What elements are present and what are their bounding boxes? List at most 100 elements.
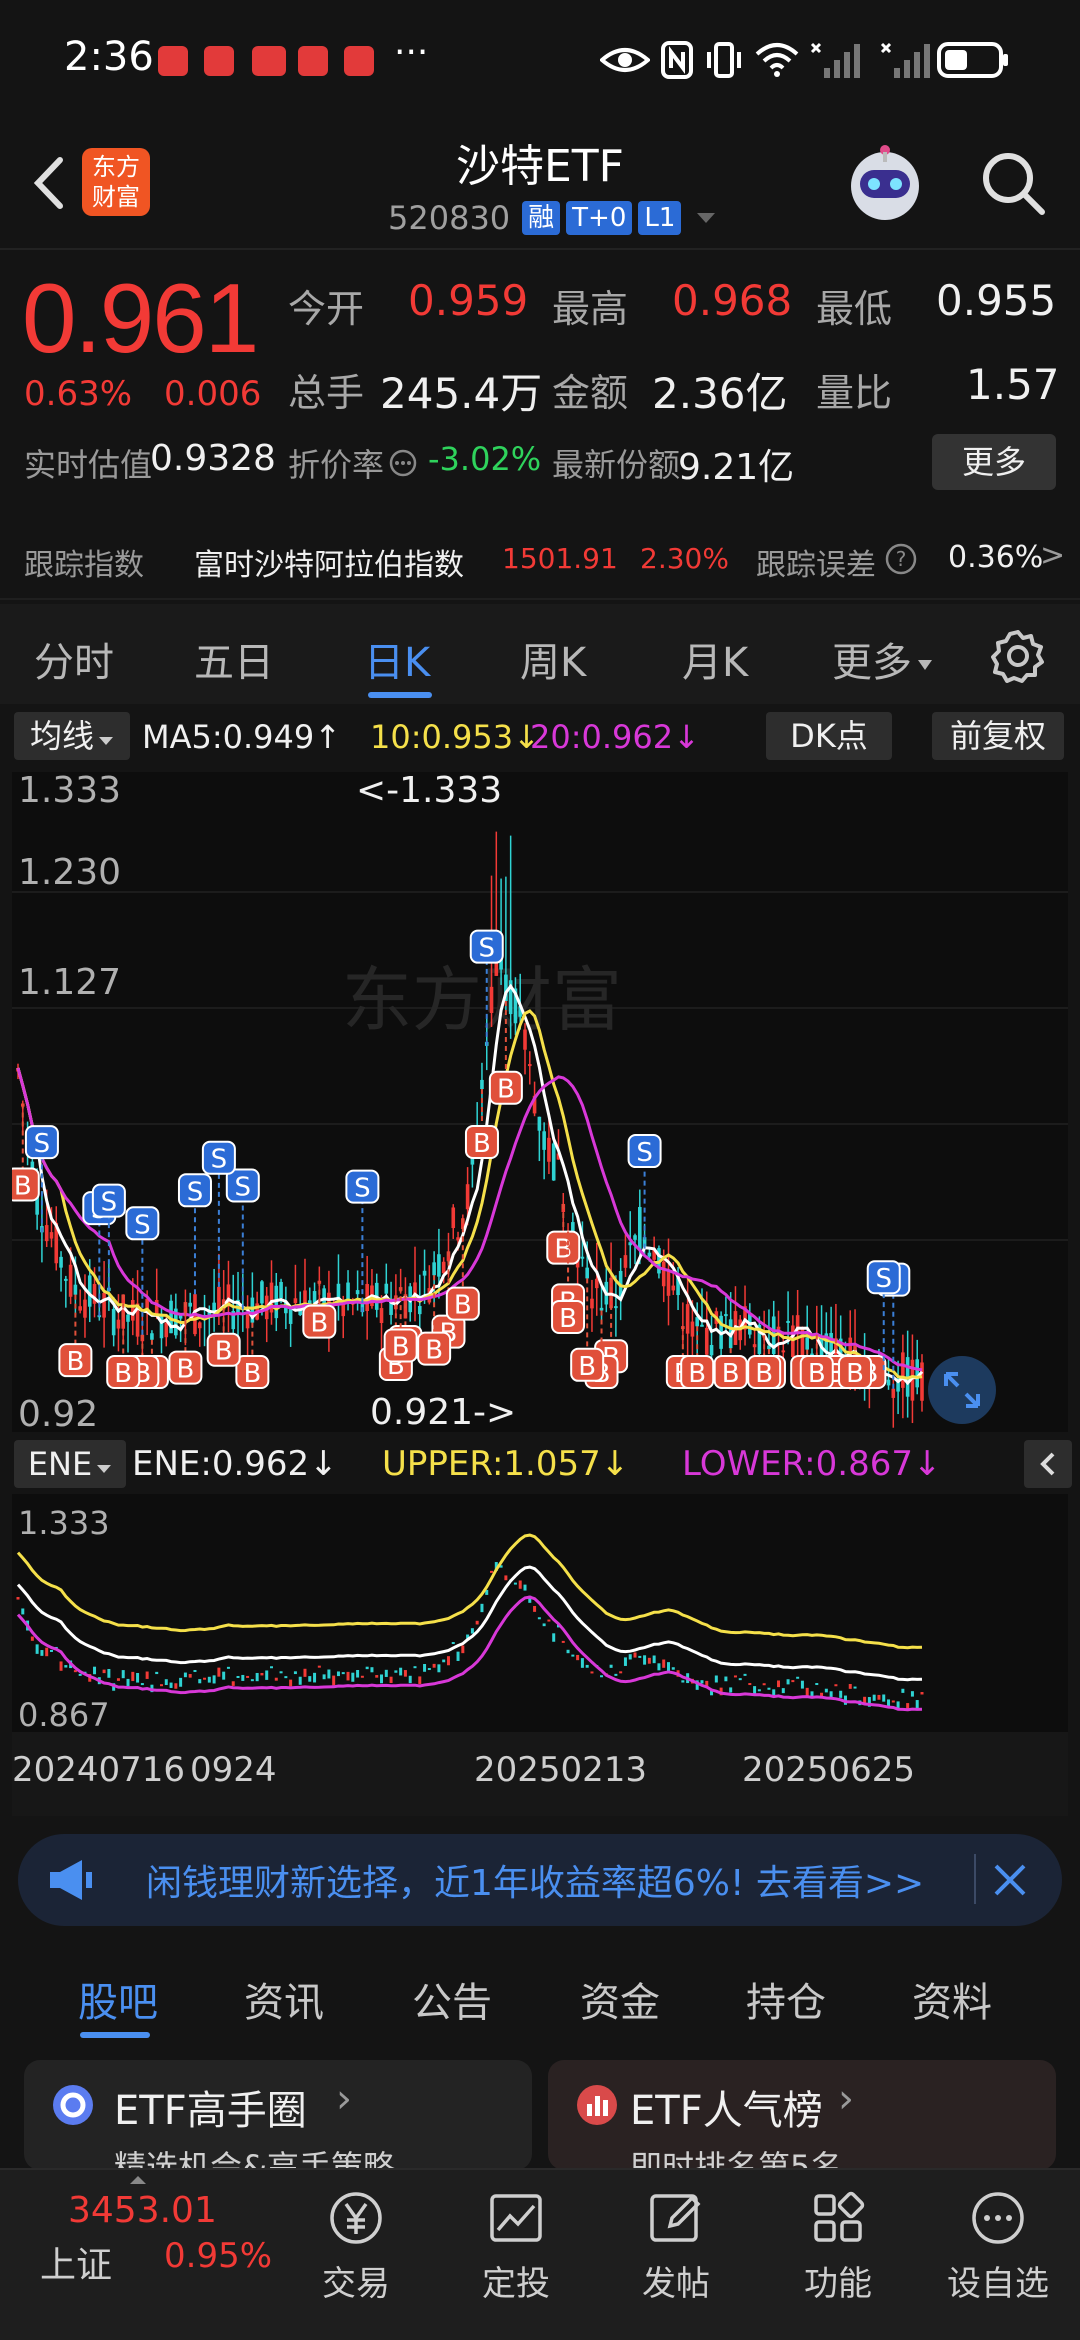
ene-candle [384, 1669, 388, 1677]
card-subtitle: 即时排名第5名 [630, 2148, 843, 2170]
tab-profile[interactable]: 资料 [912, 1970, 992, 2028]
close-icon[interactable] [990, 1860, 1030, 1900]
svg-text:S: S [187, 1177, 204, 1207]
current-price: 0.961 [22, 263, 259, 373]
ene-line [16, 1533, 923, 1650]
tab-weekly-k[interactable]: 周K [520, 630, 586, 688]
nav-functions[interactable]: 功能 [778, 2188, 898, 2305]
ene-candle [834, 1684, 838, 1687]
ene-candle [21, 1608, 25, 1615]
card-etf-experts[interactable]: ETF高手圈 › 精选机会&高手策略 [24, 2060, 532, 2170]
tracking-index-change: 2.30% [640, 542, 729, 575]
ene-candle [336, 1671, 340, 1677]
tab-holdings[interactable]: 持仓 [746, 1970, 826, 2028]
signal-icon [810, 42, 860, 78]
promo-banner[interactable]: 闲钱理财新选择，近1年收益率超6%! 去看看>> [18, 1834, 1062, 1926]
svg-text:B: B [454, 1291, 472, 1321]
more-notifications-icon: ··· [394, 32, 429, 73]
candle-body [355, 1290, 360, 1295]
svg-text:S: S [101, 1188, 118, 1218]
ene-lines [16, 1533, 923, 1712]
ene-chart[interactable]: 1.333 0.867 [12, 1494, 1068, 1732]
tab-funds[interactable]: 资金 [580, 1970, 660, 2028]
nav-invest-plan[interactable]: 定投 [456, 2188, 576, 2305]
ene-candle [16, 1597, 20, 1600]
y-axis-label: 1.230 [18, 852, 121, 893]
svg-text:B: B [215, 1337, 233, 1367]
ene-candle [284, 1676, 288, 1679]
tab-forum[interactable]: 股吧 [78, 1970, 158, 2028]
svg-text:B: B [722, 1359, 740, 1389]
card-etf-popularity[interactable]: ETF人气榜 › 即时排名第5名 [548, 2060, 1056, 2170]
more-button[interactable]: 更多 [932, 434, 1056, 490]
help-icon[interactable]: ? [884, 542, 918, 576]
ene-candle [743, 1673, 747, 1676]
arrow-down-icon: ↓ [309, 1444, 338, 1484]
collapse-button[interactable] [1024, 1440, 1072, 1488]
candle-body [690, 1321, 695, 1337]
tab-five-day[interactable]: 五日 [194, 630, 274, 688]
ene-candle [198, 1679, 202, 1684]
ene-candle [561, 1640, 565, 1643]
adjust-button[interactable]: 前复权 [932, 712, 1064, 760]
divider [974, 1854, 976, 1904]
indicator-selector[interactable]: 均线 [14, 712, 130, 760]
megaphone-icon [50, 1860, 92, 1900]
nav-post[interactable]: 发帖 [616, 2188, 736, 2305]
period-tabs: 分时 五日 日K 周K 月K 更多 [0, 604, 1080, 704]
svg-text:B: B [808, 1359, 826, 1389]
min-price-annotation: 0.921-> [370, 1392, 516, 1432]
ene-selector[interactable]: ENE [14, 1440, 126, 1488]
ene-candle [470, 1628, 474, 1634]
ene-candle [356, 1670, 360, 1678]
lower-value: LOWER:0.867↓ [682, 1444, 942, 1484]
candle-body [547, 1137, 551, 1162]
watermark: 东方财富 [342, 959, 622, 1041]
tab-announcements[interactable]: 公告 [412, 1970, 492, 2028]
info-icon[interactable] [388, 448, 418, 478]
amount-label: 金额 [552, 371, 629, 415]
candlestick-chart[interactable]: 东方财富 SBBBSBBBSBBBSBBBSBBBSBBBSBBBSBBBSBB… [12, 772, 1068, 1432]
ene-candle [614, 1673, 618, 1676]
nav-add-watchlist[interactable]: 设自选 [938, 2188, 1058, 2305]
ene-candle [700, 1680, 704, 1684]
market-index[interactable]: 3453.01 上证 0.95% [0, 2170, 272, 2340]
ene-candle [126, 1678, 130, 1687]
svg-text:B: B [554, 1235, 572, 1265]
nav-trade[interactable]: 交易 [296, 2188, 416, 2305]
search-button[interactable] [978, 148, 1048, 218]
ene-candle [576, 1654, 580, 1661]
ene-candle [590, 1671, 594, 1674]
security-code-row[interactable]: 520830 融 T+0 L1 [388, 196, 717, 240]
candle-body [379, 1308, 384, 1323]
tab-more[interactable]: 更多 [832, 630, 934, 688]
tab-intraday[interactable]: 分时 [34, 630, 114, 688]
ene-candle [796, 1676, 800, 1679]
candle-body [59, 1256, 63, 1268]
ene-candle [537, 1617, 541, 1620]
candle-body [637, 1207, 642, 1251]
ene-candle [901, 1688, 905, 1693]
ene-candle [207, 1676, 211, 1683]
tab-daily-k[interactable]: 日K [364, 630, 430, 688]
candle-body [901, 1352, 905, 1388]
candle-body [260, 1281, 264, 1304]
expand-icon[interactable] [928, 1356, 996, 1424]
svg-text:S: S [235, 1173, 252, 1203]
t0-tag: T+0 [566, 201, 633, 235]
svg-text:B: B [559, 1304, 577, 1334]
level-tag: L1 [638, 201, 682, 235]
nfc-icon [661, 41, 693, 79]
candle-body [336, 1283, 341, 1299]
tab-monthly-k[interactable]: 月K [682, 630, 748, 688]
notification-icon [298, 46, 328, 76]
ene-candle [322, 1674, 326, 1680]
dk-point-button[interactable]: DK点 [766, 712, 892, 760]
svg-text:B: B [14, 1171, 32, 1201]
candle-body [886, 1379, 891, 1386]
gear-icon[interactable] [990, 628, 1046, 684]
tab-news[interactable]: 资讯 [244, 1970, 324, 2028]
robot-assistant-icon[interactable] [842, 140, 928, 226]
tracking-index-row[interactable]: 跟踪指数 富时沙特阿拉伯指数 1501.91 2.30% 跟踪误差 ? 0.36… [0, 520, 1080, 600]
ene-candle [241, 1674, 245, 1681]
